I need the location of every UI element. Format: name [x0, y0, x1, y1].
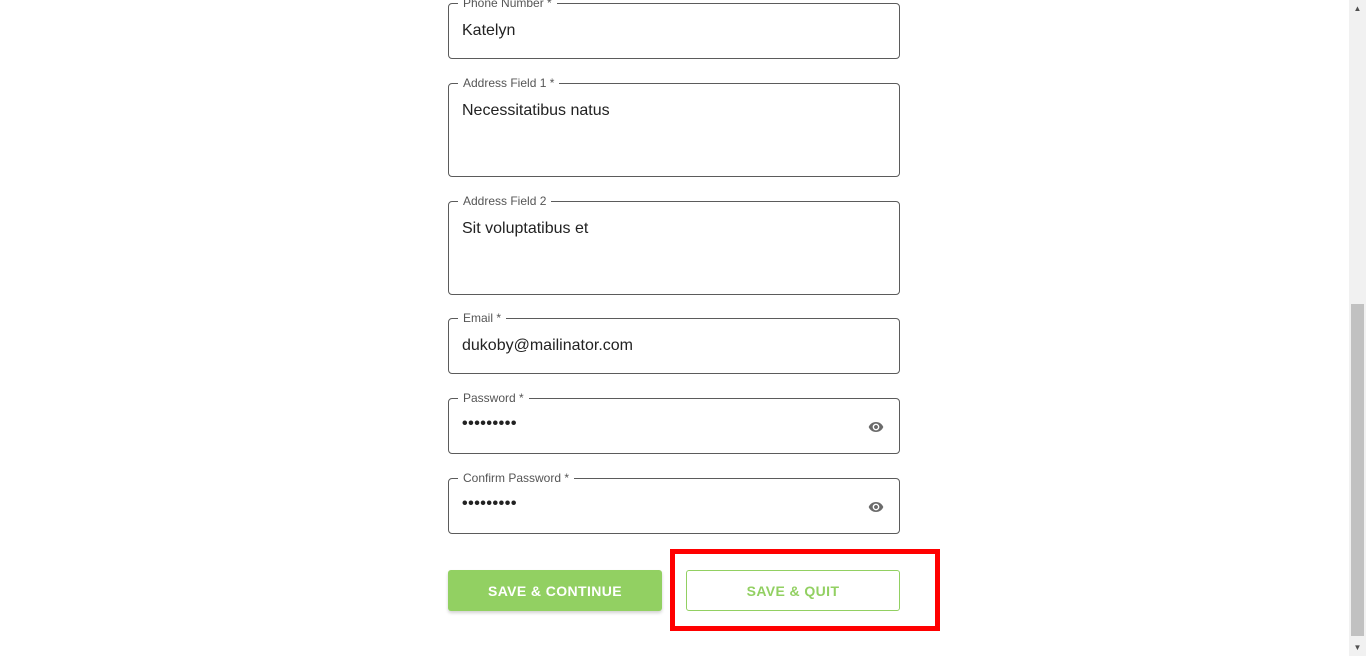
address-field-1-value: Necessitatibus natus	[462, 102, 610, 119]
phone-number-field[interactable]: Phone Number * Katelyn	[448, 0, 900, 59]
email-label: Email *	[458, 311, 507, 325]
password-value: •••••••••	[462, 415, 517, 432]
confirm-password-value: •••••••••	[462, 495, 517, 512]
address-field-1[interactable]: Address Field 1 * Necessitatibus natus	[448, 76, 900, 177]
password-label: Password *	[458, 391, 529, 405]
password-field[interactable]: Password * •••••••••	[448, 391, 900, 454]
registration-form-page: Phone Number * Katelyn Address Field 1 *…	[0, 0, 1366, 656]
confirm-password-label: Confirm Password *	[458, 471, 575, 485]
email-field[interactable]: Email * dukoby@mailinator.com	[448, 311, 900, 374]
address-field-1-label: Address Field 1 *	[458, 76, 560, 90]
highlight-box	[670, 549, 940, 631]
vertical-scrollbar[interactable]: ▲ ▼	[1349, 0, 1366, 656]
phone-number-label: Phone Number *	[458, 0, 557, 10]
scrollbar-thumb[interactable]	[1351, 304, 1364, 636]
phone-number-value: Katelyn	[462, 22, 516, 39]
address-field-2-label: Address Field 2	[458, 194, 552, 208]
confirm-password-field[interactable]: Confirm Password * •••••••••	[448, 471, 900, 534]
email-value: dukoby@mailinator.com	[462, 337, 633, 354]
eye-icon[interactable]	[867, 419, 885, 435]
scroll-down-arrow-icon[interactable]: ▼	[1349, 639, 1366, 656]
address-field-2-value: Sit voluptatibus et	[462, 220, 589, 237]
address-field-2[interactable]: Address Field 2 Sit voluptatibus et	[448, 194, 900, 295]
scroll-up-arrow-icon[interactable]: ▲	[1349, 0, 1366, 17]
eye-icon[interactable]	[867, 499, 885, 515]
save-continue-button[interactable]: SAVE & CONTINUE	[448, 570, 662, 611]
